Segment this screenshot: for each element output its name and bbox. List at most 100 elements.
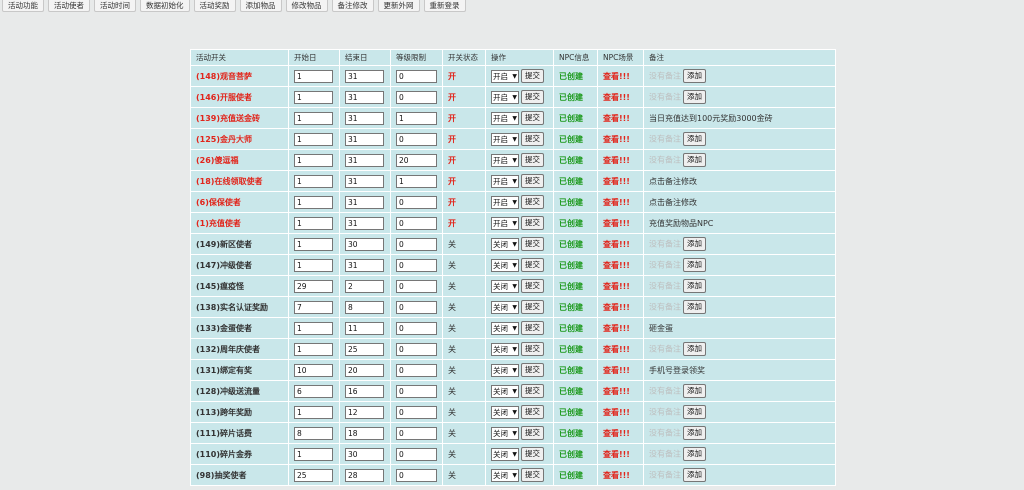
npc-scene-view-link[interactable]: 查看!!! <box>597 149 644 171</box>
end-day-input[interactable]: 20 <box>345 363 384 377</box>
submit-button[interactable]: 提交 <box>521 384 544 398</box>
switch-select[interactable]: 开启 ▼ <box>491 153 519 167</box>
note-text[interactable]: 点击备注修改 <box>643 170 836 192</box>
switch-select[interactable]: 关闭 ▼ <box>491 321 519 335</box>
npc-scene-view-link[interactable]: 查看!!! <box>597 464 644 486</box>
switch-select[interactable]: 关闭 ▼ <box>491 468 519 482</box>
start-day-input[interactable]: 1 <box>294 237 333 251</box>
npc-scene-view-link[interactable]: 查看!!! <box>597 191 644 213</box>
submit-button[interactable]: 提交 <box>521 90 544 104</box>
level-limit-input[interactable]: 0 <box>396 132 437 146</box>
submit-button[interactable]: 提交 <box>521 174 544 188</box>
top-menu-button[interactable]: 活动奖励 <box>193 0 236 12</box>
end-day-input[interactable]: 30 <box>345 237 384 251</box>
top-menu-button[interactable]: 活动使者 <box>48 0 90 12</box>
end-day-input[interactable]: 31 <box>345 258 384 272</box>
submit-button[interactable]: 提交 <box>521 447 544 461</box>
switch-select[interactable]: 开启 ▼ <box>491 195 519 209</box>
start-day-input[interactable]: 1 <box>294 132 333 146</box>
start-day-input[interactable]: 1 <box>294 447 333 461</box>
level-limit-input[interactable]: 0 <box>396 342 437 356</box>
end-day-input[interactable]: 30 <box>345 447 384 461</box>
add-note-button[interactable]: 添加 <box>683 132 706 146</box>
switch-select[interactable]: 开启 ▼ <box>491 174 519 188</box>
level-limit-input[interactable]: 0 <box>396 237 437 251</box>
top-menu-button[interactable]: 更新外网 <box>377 0 420 12</box>
level-limit-input[interactable]: 0 <box>396 363 437 377</box>
switch-select[interactable]: 开启 ▼ <box>491 216 519 230</box>
level-limit-input[interactable]: 0 <box>396 468 437 482</box>
switch-select[interactable]: 关闭 ▼ <box>491 342 519 356</box>
add-note-button[interactable]: 添加 <box>683 90 706 104</box>
top-menu-button[interactable]: 活动功能 <box>2 0 44 12</box>
submit-button[interactable]: 提交 <box>521 132 544 146</box>
end-day-input[interactable]: 31 <box>345 69 384 83</box>
start-day-input[interactable]: 25 <box>294 468 333 482</box>
level-limit-input[interactable]: 0 <box>396 426 437 440</box>
note-text[interactable]: 充值奖励物品NPC <box>643 212 836 234</box>
end-day-input[interactable]: 31 <box>345 216 384 230</box>
switch-select[interactable]: 关闭 ▼ <box>491 237 519 251</box>
submit-button[interactable]: 提交 <box>521 405 544 419</box>
submit-button[interactable]: 提交 <box>521 111 544 125</box>
submit-button[interactable]: 提交 <box>521 342 544 356</box>
submit-button[interactable]: 提交 <box>521 426 544 440</box>
note-text[interactable]: 点击备注修改 <box>643 191 836 213</box>
start-day-input[interactable]: 1 <box>294 111 333 125</box>
end-day-input[interactable]: 16 <box>345 384 384 398</box>
end-day-input[interactable]: 12 <box>345 405 384 419</box>
note-text[interactable]: 手机号登录领奖 <box>643 359 836 381</box>
add-note-button[interactable]: 添加 <box>683 405 706 419</box>
start-day-input[interactable]: 1 <box>294 258 333 272</box>
end-day-input[interactable]: 2 <box>345 279 384 293</box>
add-note-button[interactable]: 添加 <box>683 384 706 398</box>
npc-scene-view-link[interactable]: 查看!!! <box>597 443 644 465</box>
switch-select[interactable]: 关闭 ▼ <box>491 363 519 377</box>
start-day-input[interactable]: 1 <box>294 174 333 188</box>
npc-scene-view-link[interactable]: 查看!!! <box>597 254 644 276</box>
top-menu-button[interactable]: 活动时间 <box>94 0 136 12</box>
switch-select[interactable]: 关闭 ▼ <box>491 426 519 440</box>
npc-scene-view-link[interactable]: 查看!!! <box>597 275 644 297</box>
start-day-input[interactable]: 1 <box>294 321 333 335</box>
top-menu-button[interactable]: 数据初始化 <box>140 0 190 12</box>
start-day-input[interactable]: 29 <box>294 279 333 293</box>
start-day-input[interactable]: 10 <box>294 363 333 377</box>
end-day-input[interactable]: 28 <box>345 468 384 482</box>
npc-scene-view-link[interactable]: 查看!!! <box>597 296 644 318</box>
level-limit-input[interactable]: 0 <box>396 195 437 209</box>
start-day-input[interactable]: 1 <box>294 90 333 104</box>
submit-button[interactable]: 提交 <box>521 153 544 167</box>
end-day-input[interactable]: 25 <box>345 342 384 356</box>
add-note-button[interactable]: 添加 <box>683 258 706 272</box>
submit-button[interactable]: 提交 <box>521 321 544 335</box>
add-note-button[interactable]: 添加 <box>683 300 706 314</box>
start-day-input[interactable]: 8 <box>294 426 333 440</box>
switch-select[interactable]: 关闭 ▼ <box>491 300 519 314</box>
npc-scene-view-link[interactable]: 查看!!! <box>597 422 644 444</box>
submit-button[interactable]: 提交 <box>521 195 544 209</box>
submit-button[interactable]: 提交 <box>521 237 544 251</box>
submit-button[interactable]: 提交 <box>521 216 544 230</box>
switch-select[interactable]: 开启 ▼ <box>491 111 519 125</box>
start-day-input[interactable]: 7 <box>294 300 333 314</box>
npc-scene-view-link[interactable]: 查看!!! <box>597 359 644 381</box>
level-limit-input[interactable]: 0 <box>396 321 437 335</box>
level-limit-input[interactable]: 0 <box>396 384 437 398</box>
note-text[interactable]: 当日充值达到100元奖励3000金砖 <box>643 107 836 129</box>
add-note-button[interactable]: 添加 <box>683 468 706 482</box>
level-limit-input[interactable]: 0 <box>396 279 437 293</box>
add-note-button[interactable]: 添加 <box>683 237 706 251</box>
top-menu-button[interactable]: 备注修改 <box>331 0 374 12</box>
submit-button[interactable]: 提交 <box>521 279 544 293</box>
top-menu-button[interactable]: 重新登录 <box>423 0 466 12</box>
level-limit-input[interactable]: 0 <box>396 90 437 104</box>
add-note-button[interactable]: 添加 <box>683 69 706 83</box>
end-day-input[interactable]: 8 <box>345 300 384 314</box>
start-day-input[interactable]: 1 <box>294 69 333 83</box>
start-day-input[interactable]: 1 <box>294 405 333 419</box>
end-day-input[interactable]: 31 <box>345 174 384 188</box>
end-day-input[interactable]: 11 <box>345 321 384 335</box>
submit-button[interactable]: 提交 <box>521 69 544 83</box>
switch-select[interactable]: 关闭 ▼ <box>491 258 519 272</box>
